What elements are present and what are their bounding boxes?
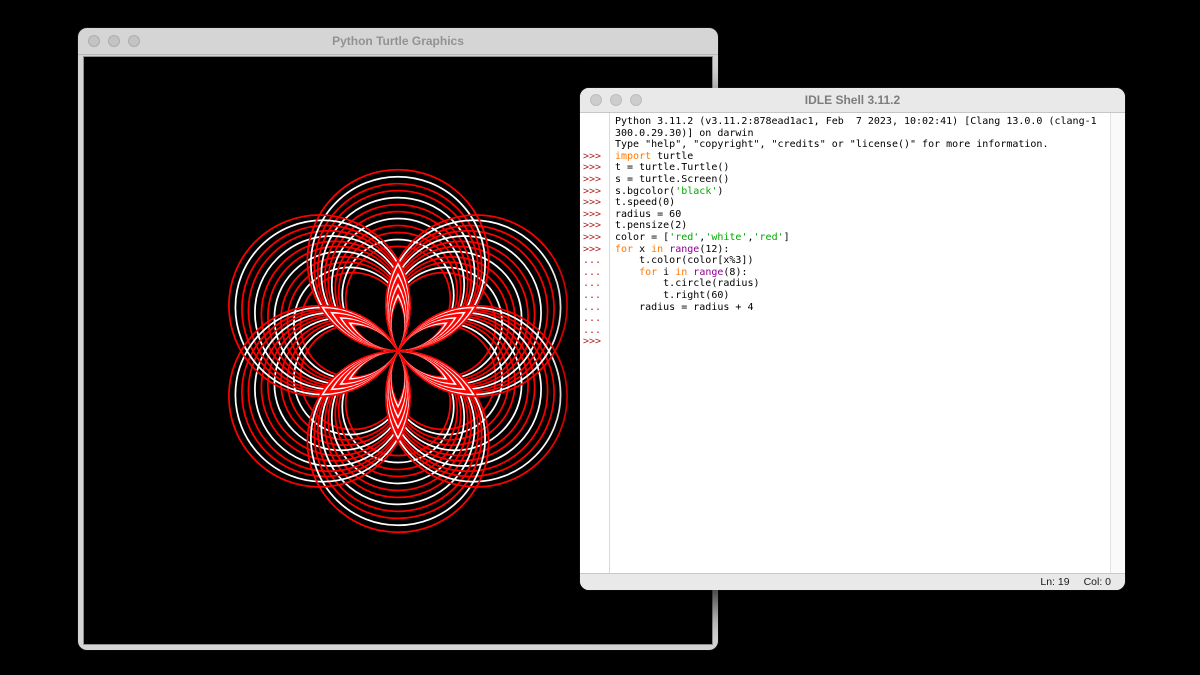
shell-prompt: >>>: [583, 209, 609, 221]
turtle-flower-drawing: [215, 168, 581, 534]
turtle-traffic-lights: [88, 35, 140, 47]
shell-line: t.right(60): [615, 290, 1110, 302]
zoom-button[interactable]: [128, 35, 140, 47]
shell-line: s = turtle.Screen(): [615, 174, 1110, 186]
zoom-button[interactable]: [630, 94, 642, 106]
shell-line: for i in range(8):: [615, 267, 1110, 279]
shell-lines[interactable]: Python 3.11.2 (v3.11.2:878ead1ac1, Feb 7…: [610, 113, 1110, 573]
shell-line: t.color(color[x%3]): [615, 255, 1110, 267]
shell-line: t = turtle.Turtle(): [615, 162, 1110, 174]
shell-prompt: >>>: [583, 220, 609, 232]
status-col-indicator: Col: 0: [1084, 576, 1111, 588]
shell-prompt: >>>: [583, 232, 609, 244]
shell-prompt: [583, 139, 609, 151]
shell-prompt: ...: [583, 313, 609, 325]
shell-line: t.speed(0): [615, 197, 1110, 209]
shell-text-area[interactable]: >>>>>>>>>>>>>>>>>>>>>>>>>>>.............…: [580, 113, 1125, 573]
shell-prompt: ...: [583, 255, 609, 267]
shell-prompt: [583, 116, 609, 128]
shell-prompt: >>>: [583, 151, 609, 163]
close-button[interactable]: [590, 94, 602, 106]
shell-line: [615, 325, 1110, 337]
turtle-titlebar[interactable]: Python Turtle Graphics: [78, 28, 718, 55]
shell-prompt: >>>: [583, 244, 609, 256]
shell-line: [615, 313, 1110, 325]
shell-prompt: >>>: [583, 186, 609, 198]
minimize-button[interactable]: [108, 35, 120, 47]
status-bar: Ln: 19 Col: 0: [580, 573, 1125, 590]
shell-line: import turtle: [615, 151, 1110, 163]
idle-shell-window: IDLE Shell 3.11.2 >>>>>>>>>>>>>>>>>>>>>>…: [580, 88, 1125, 590]
shell-line: [615, 336, 1110, 348]
shell-prompt: ...: [583, 302, 609, 314]
shell-prompt: [583, 128, 609, 140]
shell-line: radius = 60: [615, 209, 1110, 221]
shell-line: 300.0.29.30)] on darwin: [615, 128, 1110, 140]
vertical-scrollbar[interactable]: [1110, 113, 1125, 573]
idle-titlebar[interactable]: IDLE Shell 3.11.2: [580, 88, 1125, 113]
shell-line: t.pensize(2): [615, 220, 1110, 232]
shell-prompt: >>>: [583, 197, 609, 209]
shell-line: color = ['red','white','red']: [615, 232, 1110, 244]
shell-prompt: ...: [583, 278, 609, 290]
shell-prompt: >>>: [583, 162, 609, 174]
idle-traffic-lights: [590, 94, 642, 106]
close-button[interactable]: [88, 35, 100, 47]
shell-prompt: ...: [583, 267, 609, 279]
shell-prompt: >>>: [583, 336, 609, 348]
shell-prompt: >>>: [583, 174, 609, 186]
minimize-button[interactable]: [610, 94, 622, 106]
status-line-indicator: Ln: 19: [1040, 576, 1069, 588]
turtle-window-title: Python Turtle Graphics: [78, 34, 718, 48]
idle-window-title: IDLE Shell 3.11.2: [580, 93, 1125, 107]
shell-line: t.circle(radius): [615, 278, 1110, 290]
shell-prompt: ...: [583, 290, 609, 302]
shell-line: Python 3.11.2 (v3.11.2:878ead1ac1, Feb 7…: [615, 116, 1110, 128]
shell-line: Type "help", "copyright", "credits" or "…: [615, 139, 1110, 151]
shell-line: s.bgcolor('black'): [615, 186, 1110, 198]
shell-prompt-gutter: >>>>>>>>>>>>>>>>>>>>>>>>>>>.............…: [580, 113, 610, 573]
shell-line: radius = radius + 4: [615, 302, 1110, 314]
shell-prompt: ...: [583, 325, 609, 337]
shell-line: for x in range(12):: [615, 244, 1110, 256]
